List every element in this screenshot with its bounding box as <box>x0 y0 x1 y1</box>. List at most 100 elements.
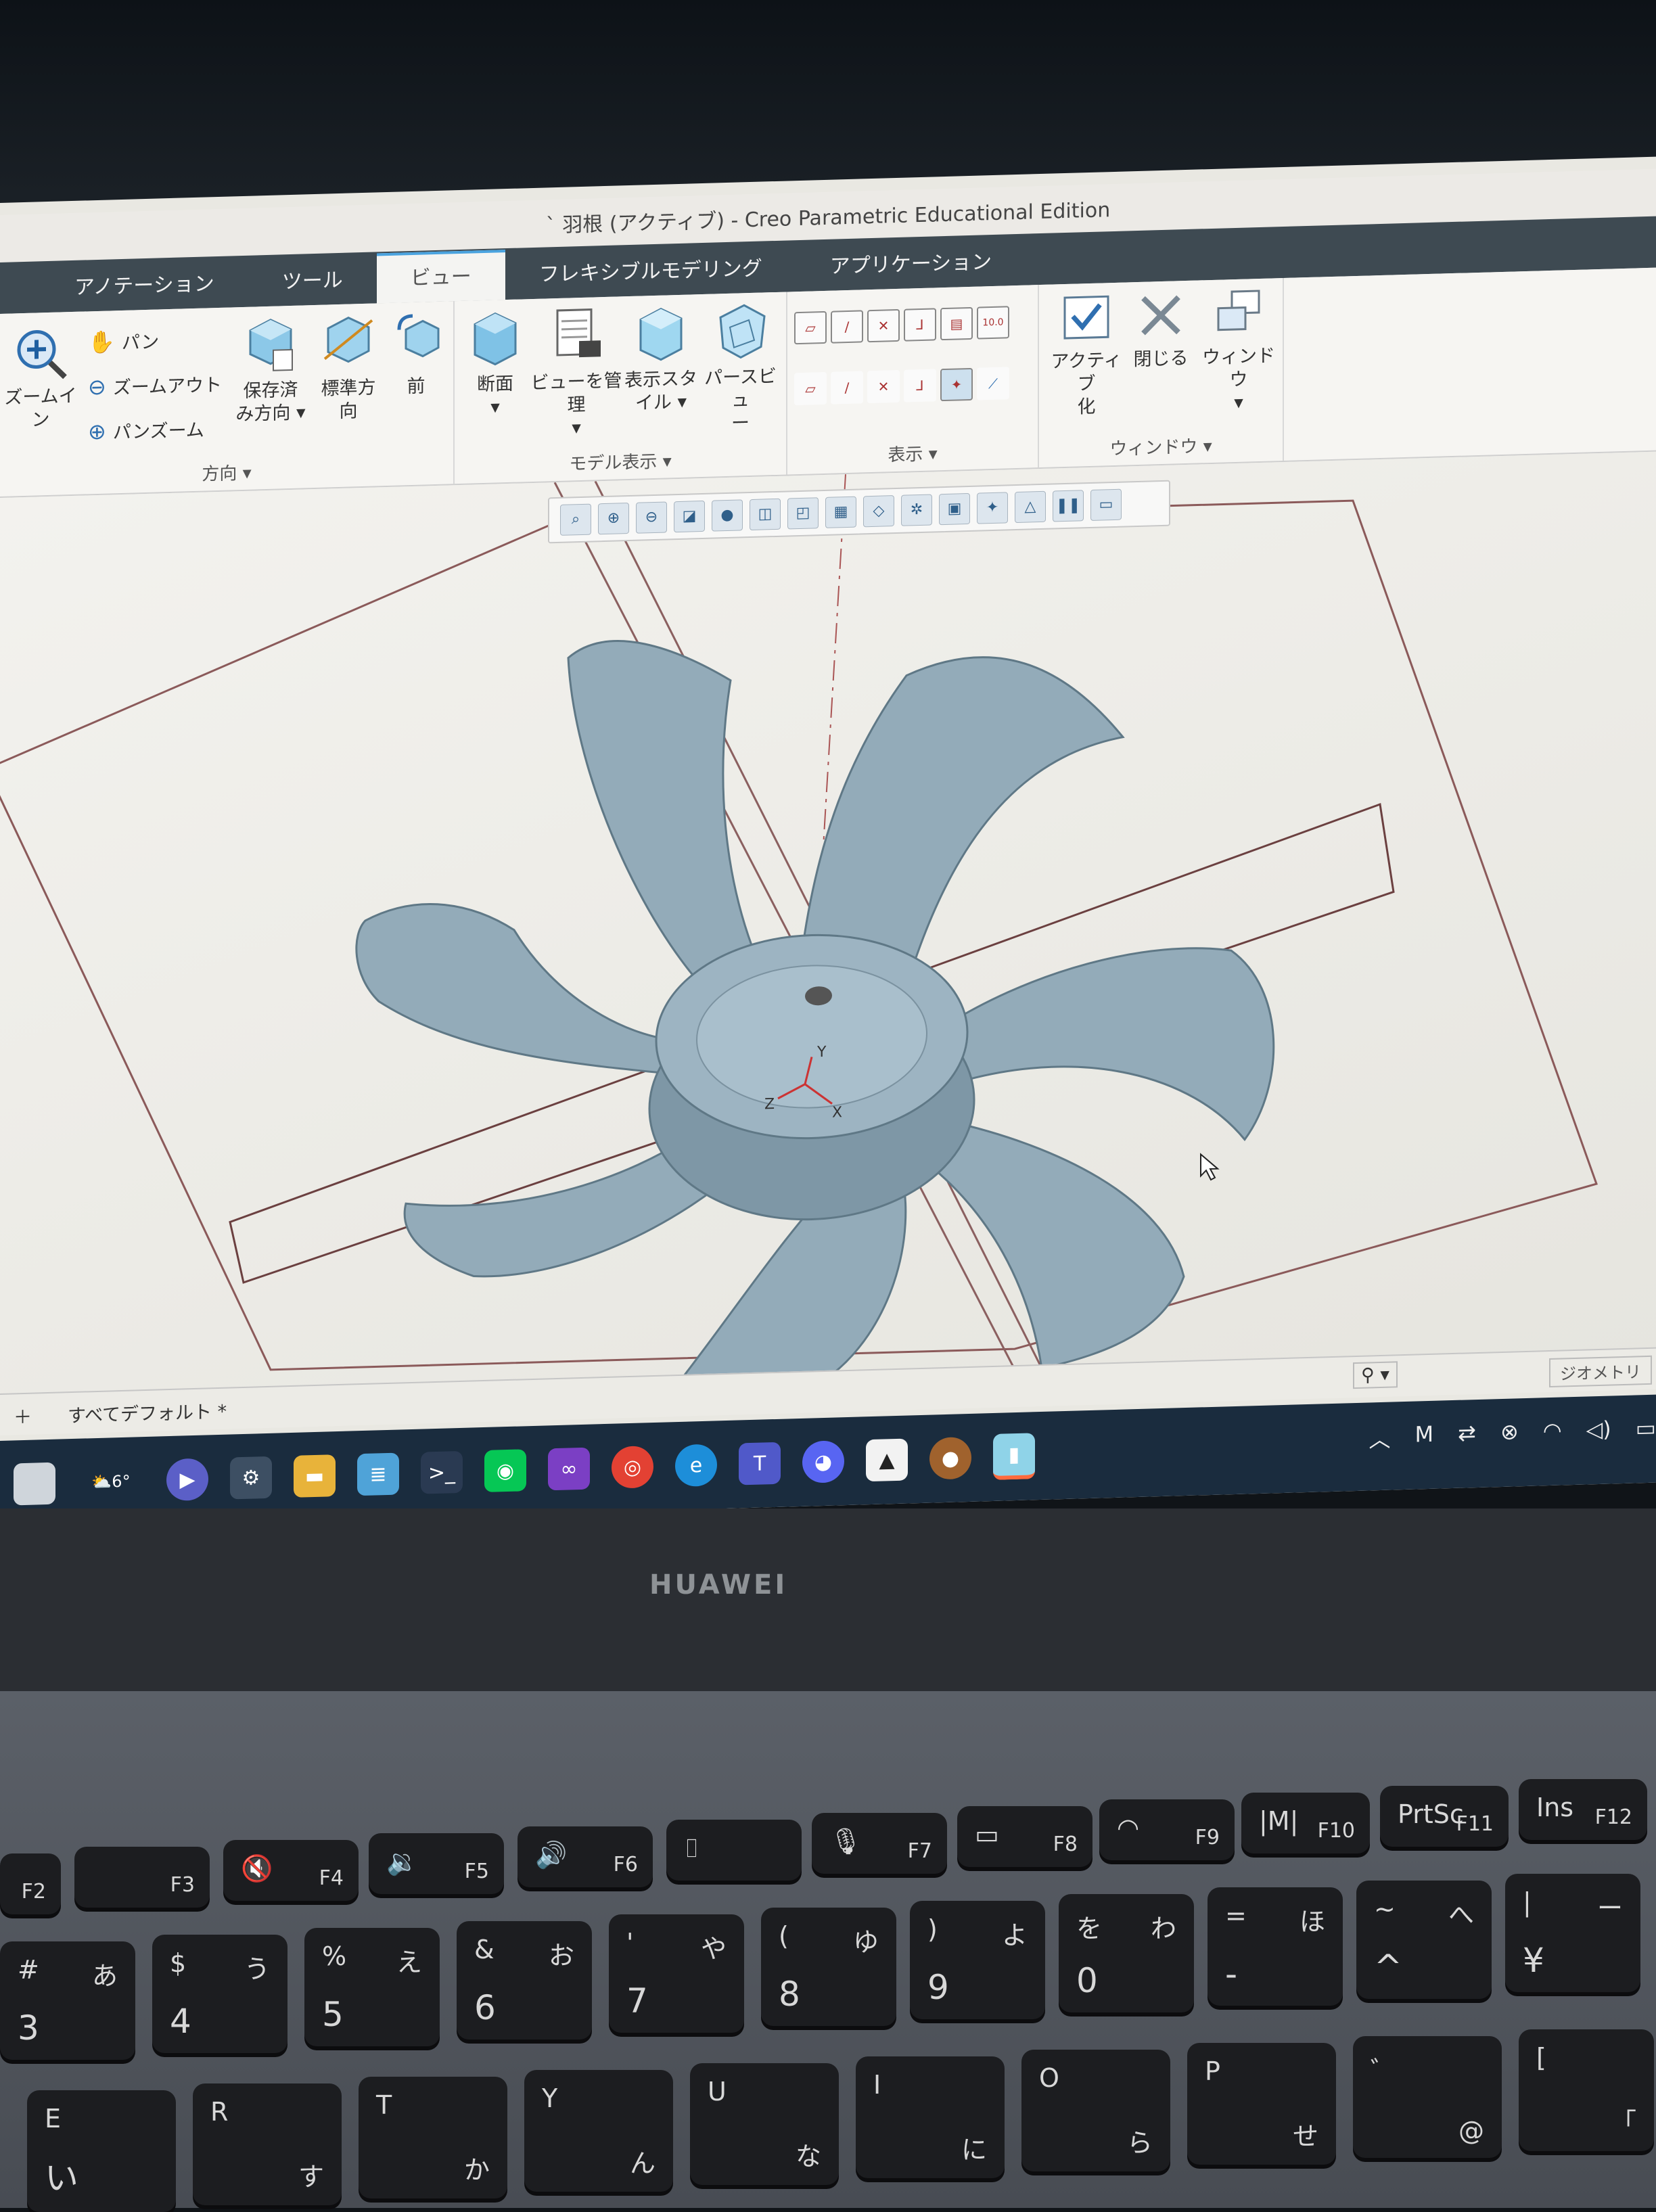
tab-view[interactable]: ビュー <box>377 250 505 303</box>
creo-icon[interactable]: ▮ <box>993 1433 1035 1480</box>
key-8[interactable]: (ゆ8 <box>761 1908 896 2026</box>
settings-gear-icon[interactable]: ⚙ <box>230 1456 272 1500</box>
datum-display-icon[interactable]: ✲ <box>901 494 932 526</box>
close-window-button[interactable]: 閉じる <box>1127 287 1195 372</box>
powershell-icon[interactable]: >_ <box>421 1451 463 1494</box>
datum-axes-toggle-icon[interactable]: / <box>831 310 863 343</box>
display-style-icon[interactable]: ● <box>712 499 743 531</box>
group-label-orientation[interactable]: 方向 ▾ <box>0 453 453 491</box>
line-icon[interactable]: ◉ <box>484 1449 526 1492</box>
key-f11[interactable]: PrtScF11 <box>1380 1786 1509 1847</box>
section-icon[interactable]: ▦ <box>825 497 856 528</box>
key-f6[interactable]: 🔊F6 <box>518 1826 653 1887</box>
zoom-out-button[interactable]: ⊖ ズームアウト <box>88 370 222 400</box>
close-circle-icon[interactable]: ⊗ <box>1500 1419 1519 1450</box>
key-o[interactable]: Oら <box>1021 2050 1170 2171</box>
saved-orientations-icon[interactable]: ◫ <box>750 499 781 530</box>
key-9[interactable]: )よ9 <box>910 1901 1045 2019</box>
plane-tag-icon[interactable]: ▱ <box>794 372 827 405</box>
view-manager-icon[interactable]: ◰ <box>787 497 819 529</box>
datum-points-toggle-icon[interactable]: ✕ <box>867 309 900 342</box>
onigiri-icon[interactable]: ▲ <box>866 1439 908 1482</box>
annotation-orient-icon[interactable]: ▭ <box>1090 489 1122 521</box>
appearance-icon[interactable]: △ <box>1015 491 1046 523</box>
pan-zoom-button[interactable]: ⊕ パンズーム <box>88 415 204 445</box>
key-r[interactable]: Rす <box>193 2083 342 2205</box>
saved-orientations-button[interactable]: 保存済 み方向 ▾ <box>233 312 308 426</box>
group-label-model-display[interactable]: モデル表示 ▾ <box>455 444 786 479</box>
key-0[interactable]: をわ0 <box>1059 1894 1194 2012</box>
key-camera[interactable]: ⌷ <box>666 1820 802 1881</box>
key-f9[interactable]: ◠F9 <box>1099 1799 1235 1860</box>
key-t[interactable]: Tか <box>359 2077 507 2198</box>
find-icon[interactable]: ⚲ ▾ <box>1353 1361 1398 1389</box>
key-at[interactable]: ゛@ <box>1353 2036 1502 2158</box>
all-default-layer-tab[interactable]: すべてデフォルト * <box>68 1397 227 1428</box>
key-f4[interactable]: 🔇F4 <box>223 1840 359 1901</box>
key-u[interactable]: Uな <box>690 2063 839 2185</box>
key-f5[interactable]: 🔉F5 <box>369 1833 504 1894</box>
discord-icon[interactable]: ◕ <box>802 1440 844 1483</box>
datum-planes-toggle-icon[interactable]: ▱ <box>794 311 827 344</box>
chevron-up-icon[interactable]: ︿ <box>1369 1423 1391 1454</box>
spin-center-icon[interactable]: ✦ <box>977 492 1008 524</box>
key-5[interactable]: %え5 <box>304 1928 440 2046</box>
weather-widget[interactable]: ⛅6° <box>77 1460 145 1504</box>
key-7[interactable]: 'や7 <box>609 1914 744 2033</box>
sync-icon[interactable]: ⇄ <box>1458 1420 1476 1452</box>
start-icon[interactable] <box>14 1462 55 1506</box>
display-style-button[interactable]: 表示スタ イル ▾ <box>624 301 698 415</box>
cookie-icon[interactable]: ● <box>929 1437 971 1480</box>
previous-orientation-button[interactable]: 前 <box>386 308 446 400</box>
zoom-out-icon[interactable]: ⊖ <box>636 501 667 533</box>
wifi-icon[interactable]: ◠ <box>1543 1418 1562 1450</box>
key-4[interactable]: $う4 <box>152 1935 288 2053</box>
tab-annotation[interactable]: アノテーション <box>41 260 248 313</box>
graphics-viewport[interactable]: Y Z X <box>0 452 1656 1411</box>
manage-views-button[interactable]: ビューを管理▾ <box>529 303 624 441</box>
tab-applications[interactable]: アプリケーション <box>796 238 1026 292</box>
spin-center-icon[interactable]: ✦ <box>940 368 973 401</box>
gmail-icon[interactable]: M <box>1415 1421 1434 1453</box>
visual-studio-icon[interactable]: ∞ <box>548 1448 590 1491</box>
tab-tools[interactable]: ツール <box>248 256 377 306</box>
tags-toggle-icon[interactable]: ▤ <box>940 307 973 340</box>
zoom-icon[interactable]: ▶ <box>166 1458 208 1501</box>
teams-icon[interactable]: T <box>739 1442 781 1485</box>
csys-tag-icon[interactable]: ⅃ <box>904 369 936 402</box>
add-tab-icon[interactable]: ＋ <box>14 1402 32 1429</box>
repaint-icon[interactable]: ◪ <box>674 501 705 532</box>
key-p[interactable]: Pせ <box>1187 2043 1336 2165</box>
windows-button[interactable]: ウィンドウ▾ <box>1201 285 1276 415</box>
key-yen[interactable]: |ー¥ <box>1505 1874 1640 1992</box>
refit-icon[interactable]: ⌕ <box>560 504 591 536</box>
tab-flexible-modeling[interactable]: フレキシブルモデリング <box>505 244 796 300</box>
key-f10[interactable]: |M|F10 <box>1241 1793 1370 1853</box>
key-6[interactable]: &お6 <box>457 1921 592 2040</box>
edge-icon[interactable]: e <box>675 1444 717 1487</box>
key-i[interactable]: Iに <box>856 2056 1005 2178</box>
notepad-icon[interactable]: ≣ <box>357 1453 399 1496</box>
annotation-display-icon[interactable]: ▣ <box>939 493 970 525</box>
zoom-in-button[interactable]: ズームイン <box>0 325 81 433</box>
zoom-in-icon[interactable]: ⊕ <box>598 503 629 534</box>
key-f3[interactable]: F3 <box>74 1847 210 1908</box>
key-f7[interactable]: 🎙F7 <box>812 1813 947 1874</box>
file-explorer-icon[interactable]: ▬ <box>294 1454 336 1498</box>
point-tag-icon[interactable]: ✕ <box>867 370 900 403</box>
perspective-icon[interactable]: ◇ <box>863 495 894 527</box>
key-f8[interactable]: ▭F8 <box>957 1806 1092 1867</box>
group-label-window[interactable]: ウィンドウ ▾ <box>1039 430 1283 462</box>
standard-orientation-button[interactable]: 標準方 向 <box>315 310 382 424</box>
battery-icon[interactable]: ▭ <box>1636 1415 1656 1447</box>
activate-button[interactable]: アクティブ 化 <box>1046 289 1127 419</box>
chrome-icon[interactable]: ◎ <box>612 1446 653 1489</box>
key-e[interactable]: Eい <box>27 2090 176 2212</box>
pan-button[interactable]: ✋ パン <box>88 327 159 355</box>
key-bracket[interactable]: [「 <box>1519 2029 1654 2151</box>
axis-tag-icon[interactable]: / <box>831 371 863 404</box>
group-label-show[interactable]: 表示 ▾ <box>787 437 1038 469</box>
annotation-toggle-icon[interactable]: 10.0 <box>977 306 1009 339</box>
csys-toggle-icon[interactable]: ⅃ <box>904 308 936 341</box>
section-button[interactable]: 断面▾ <box>461 306 529 420</box>
